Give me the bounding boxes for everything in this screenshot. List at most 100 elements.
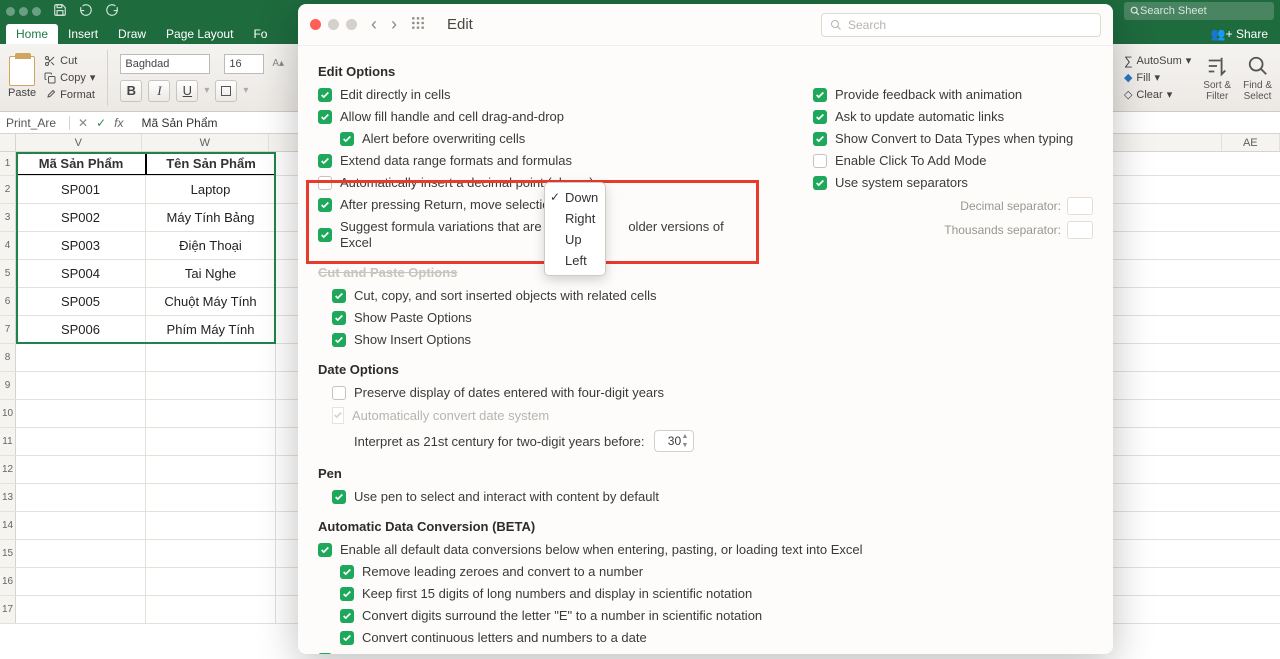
dropdown-item-right[interactable]: Right (545, 208, 605, 229)
undo-icon[interactable] (79, 3, 93, 20)
col-header-ae[interactable]: AE (1222, 134, 1280, 151)
cell[interactable]: Tên Sản Phẩm (146, 152, 276, 175)
font-size-increase-icon[interactable]: A▴ (272, 58, 284, 69)
row-header[interactable]: 3 (0, 204, 16, 231)
font-size-select[interactable]: 16 (224, 54, 264, 74)
zoom-icon[interactable] (346, 19, 357, 30)
fx-icon[interactable]: fx (114, 116, 123, 130)
opt-convert-e[interactable]: Convert digits surround the letter "E" t… (318, 608, 1093, 624)
border-button[interactable] (215, 80, 237, 102)
decimal-sep-field[interactable] (1067, 197, 1093, 215)
opt-convert-letters[interactable]: Convert continuous letters and numbers t… (318, 630, 1093, 646)
tab-page-layout[interactable]: Page Layout (156, 24, 243, 44)
cancel-icon[interactable]: ✕ (78, 116, 88, 130)
tab-insert[interactable]: Insert (58, 24, 108, 44)
dialog-search-input[interactable]: Search (821, 13, 1101, 37)
confirm-icon[interactable]: ✓ (96, 116, 106, 130)
row-header[interactable]: 2 (0, 176, 16, 203)
minimize-icon[interactable] (328, 19, 339, 30)
spinner-icon[interactable]: ▲▼ (681, 433, 691, 449)
cell[interactable]: Máy Tính Bảng (146, 204, 276, 231)
paste-button[interactable]: Paste (8, 56, 36, 99)
window-dot[interactable] (19, 7, 28, 16)
cell[interactable]: SP002 (16, 204, 146, 231)
opt-show-paste[interactable]: Show Paste Options (332, 310, 1093, 326)
opt-sys-sep[interactable]: Use system separators (813, 175, 1093, 191)
thousands-sep-field[interactable] (1067, 221, 1093, 239)
cut-button[interactable]: Cut (44, 53, 95, 69)
dropdown-item-up[interactable]: Up (545, 229, 605, 250)
sort-filter-button[interactable]: Sort & Filter (1203, 54, 1231, 102)
opt-after-return[interactable]: After pressing Return, move selection (318, 197, 753, 213)
cell[interactable]: Laptop (146, 176, 276, 203)
cell[interactable]: SP004 (16, 260, 146, 287)
opt-feedback-anim[interactable]: Provide feedback with animation (813, 87, 1093, 103)
row-header[interactable]: 4 (0, 232, 16, 259)
opt-suggest-formula[interactable]: Suggest formula variations that are suXX… (318, 219, 753, 251)
tab-home[interactable]: Home (6, 24, 58, 44)
search-sheet-input[interactable]: Search Sheet (1124, 2, 1274, 20)
row-header[interactable]: 15 (0, 540, 16, 567)
cell[interactable]: SP005 (16, 288, 146, 315)
cell[interactable]: Tai Nghe (146, 260, 276, 287)
bold-button[interactable]: B (120, 80, 142, 102)
back-button[interactable]: ‹ (371, 14, 377, 35)
opt-show-convert[interactable]: Show Convert to Data Types when typing (813, 131, 1093, 147)
opt-keep-15[interactable]: Keep first 15 digits of long numbers and… (318, 586, 1093, 602)
opt-allow-fill[interactable]: Allow fill handle and cell drag-and-drop (318, 109, 753, 125)
save-icon[interactable] (53, 3, 67, 20)
row-header[interactable]: 6 (0, 288, 16, 315)
window-dot[interactable] (32, 7, 41, 16)
row-header[interactable]: 16 (0, 568, 16, 595)
row-header[interactable]: 12 (0, 456, 16, 483)
opt-click-add[interactable]: Enable Click To Add Mode (813, 153, 1093, 169)
opt-extend-formats[interactable]: Extend data range formats and formulas (318, 153, 753, 169)
cell[interactable]: Điện Thoại (146, 232, 276, 259)
col-header-w[interactable]: W (142, 134, 268, 151)
tab-formulas[interactable]: Fo (243, 24, 277, 44)
row-header[interactable]: 10 (0, 400, 16, 427)
opt-preserve-dates[interactable]: Preserve display of dates entered with f… (332, 385, 1093, 401)
interpret-year-field[interactable]: 30 ▲▼ (654, 430, 694, 452)
row-header[interactable]: 11 (0, 428, 16, 455)
fill-button[interactable]: ◆ Fill ▾ (1124, 70, 1191, 86)
col-header-v[interactable]: V (16, 134, 142, 151)
dropdown-item-down[interactable]: Down (545, 187, 605, 208)
opt-ask-links[interactable]: Ask to update automatic links (813, 109, 1093, 125)
name-box[interactable]: Print_Are (0, 116, 70, 130)
opt-csv-notify[interactable]: When loading a .csv file or similar file… (318, 652, 1093, 654)
opt-auto-decimal[interactable]: Automatically insert a decimal point (pl… (318, 175, 753, 191)
opt-remove-zeroes[interactable]: Remove leading zeroes and convert to a n… (318, 564, 1093, 580)
forward-button[interactable]: › (391, 14, 397, 35)
copy-button[interactable]: Copy ▾ (44, 70, 95, 86)
opt-show-insert[interactable]: Show Insert Options (332, 332, 1093, 348)
cell[interactable]: Mã Sản Phẩm (16, 152, 146, 175)
row-header[interactable]: 8 (0, 344, 16, 371)
opt-edit-directly[interactable]: Edit directly in cells (318, 87, 753, 103)
row-header[interactable]: 1 (0, 152, 16, 175)
direction-dropdown[interactable]: Down Right Up Left (544, 182, 606, 276)
find-select-button[interactable]: Find & Select (1243, 54, 1272, 102)
row-header[interactable]: 14 (0, 512, 16, 539)
opt-cut-copy-sort[interactable]: Cut, copy, and sort inserted objects wit… (332, 288, 1093, 304)
redo-icon[interactable] (105, 3, 119, 20)
close-icon[interactable] (310, 19, 321, 30)
row-header[interactable]: 5 (0, 260, 16, 287)
row-header[interactable]: 7 (0, 316, 16, 343)
row-header[interactable]: 9 (0, 372, 16, 399)
cell[interactable]: Chuột Máy Tính (146, 288, 276, 315)
cell[interactable]: Phím Máy Tính (146, 316, 276, 343)
grid-icon[interactable] (411, 16, 425, 33)
italic-button[interactable]: I (148, 80, 170, 102)
row-header[interactable]: 13 (0, 484, 16, 511)
autosum-button[interactable]: ∑ AutoSum ▾ (1124, 53, 1191, 69)
opt-alert-overwrite[interactable]: Alert before overwriting cells (318, 131, 753, 147)
clear-button[interactable]: ◇ Clear ▾ (1124, 87, 1191, 103)
cell[interactable]: SP006 (16, 316, 146, 343)
dropdown-item-left[interactable]: Left (545, 250, 605, 271)
window-dot[interactable] (6, 7, 15, 16)
cell[interactable]: SP003 (16, 232, 146, 259)
share-button[interactable]: 👥+ Share (1199, 24, 1280, 44)
opt-enable-all-conv[interactable]: Enable all default data conversions belo… (318, 542, 1093, 558)
opt-use-pen[interactable]: Use pen to select and interact with cont… (332, 489, 1093, 505)
